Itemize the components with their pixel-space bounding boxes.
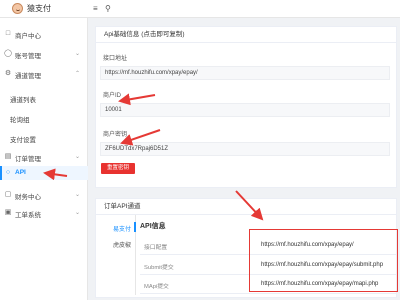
api-info-title: API信息 xyxy=(140,223,166,230)
tab-active-indicator xyxy=(134,222,136,232)
api-icon: ○ xyxy=(5,169,11,176)
merchant-id-label: 商户ID xyxy=(103,93,122,99)
sidebar-item-merchant-center[interactable]: □ 商户中心 xyxy=(0,27,88,41)
sidebar-item-label: 订单管理 xyxy=(15,156,41,163)
sidebar-item-label: 通道列表 xyxy=(10,97,36,104)
chevron-down-icon: ⌄ xyxy=(74,51,80,57)
annotation-highlight-box xyxy=(249,229,398,292)
monkey-logo-icon xyxy=(12,3,23,14)
sidebar-item-payment-settings[interactable]: 支付设置 xyxy=(0,131,88,145)
sidebar-item-label: 商户中心 xyxy=(15,33,41,40)
api-basic-title: Api基础信息 (点击即可复制) xyxy=(96,27,396,43)
sidebar-item-label: 轮询组 xyxy=(10,117,30,124)
sidebar-item-account[interactable]: ◯ 账号管理 ⌄ xyxy=(0,47,88,61)
chevron-down-icon: ⌄ xyxy=(74,210,80,216)
sidebar-item-api[interactable]: ○ API xyxy=(0,166,88,180)
sidebar-item-label: API xyxy=(15,169,26,176)
sidebar: □ 商户中心 ◯ 账号管理 ⌄ ⚙ 通道管理 ⌃ 通道列表 轮询组 支付设置 ▤… xyxy=(0,18,88,300)
sidebar-item-channel-list[interactable]: 通道列表 xyxy=(0,91,88,105)
sidebar-item-tickets[interactable]: ▣ 工单系统 ⌄ xyxy=(0,206,88,220)
sidebar-item-label: 工单系统 xyxy=(15,212,41,219)
user-icon: ◯ xyxy=(4,50,12,57)
merchant-id-field[interactable]: 10001 xyxy=(100,103,390,117)
tab-epay[interactable]: 易支付 xyxy=(113,224,131,233)
interface-label: 接口地址 xyxy=(103,56,128,62)
api-row-key: 接口配置 xyxy=(144,245,168,251)
order-api-title: 订单API通道 xyxy=(96,199,396,215)
api-row-key: MApi提交 xyxy=(144,284,169,290)
sidebar-item-label: 账号管理 xyxy=(15,53,41,60)
sidebar-item-label: 财务中心 xyxy=(15,194,41,201)
tab-hupijiao[interactable]: 虎皮椒 xyxy=(113,240,131,249)
interface-url-field[interactable]: https://mf.houzhifu.com/xpay/epay/ xyxy=(100,66,390,80)
chevron-down-icon: ⌄ xyxy=(74,192,80,198)
logo[interactable]: 猿支付 xyxy=(12,3,51,14)
top-bar: 猿支付 ≡ ⚲ xyxy=(0,0,400,18)
merchant-key-field[interactable]: ZF6UDTdx7Rpaj6D51Z xyxy=(100,142,390,156)
sidebar-item-polling-group[interactable]: 轮询组 xyxy=(0,111,88,125)
reset-key-button[interactable]: 重置密钥 xyxy=(101,163,135,174)
sidebar-item-orders[interactable]: ▤ 订单管理 ⌄ xyxy=(0,150,88,164)
api-row-key: Submit提交 xyxy=(144,265,174,271)
sidebar-item-finance[interactable]: ▢ 财务中心 ⌄ xyxy=(0,188,88,202)
sidebar-item-label: 支付设置 xyxy=(10,137,36,144)
logo-text: 猿支付 xyxy=(27,4,51,13)
menu-icon[interactable]: ≡ xyxy=(93,4,98,13)
search-icon[interactable]: ⚲ xyxy=(105,4,111,13)
finance-icon: ▢ xyxy=(4,191,12,198)
ticket-icon: ▣ xyxy=(4,209,12,216)
order-icon: ▤ xyxy=(4,153,12,160)
sidebar-item-label: 通道管理 xyxy=(15,73,41,80)
gear-icon: ⚙ xyxy=(4,70,12,77)
chevron-down-icon: ⌄ xyxy=(74,154,80,160)
home-icon: □ xyxy=(5,30,11,37)
chevron-up-icon: ⌃ xyxy=(74,71,80,77)
merchant-key-label: 商户密钥 xyxy=(103,132,128,138)
sidebar-item-channel[interactable]: ⚙ 通道管理 ⌃ xyxy=(0,67,88,81)
